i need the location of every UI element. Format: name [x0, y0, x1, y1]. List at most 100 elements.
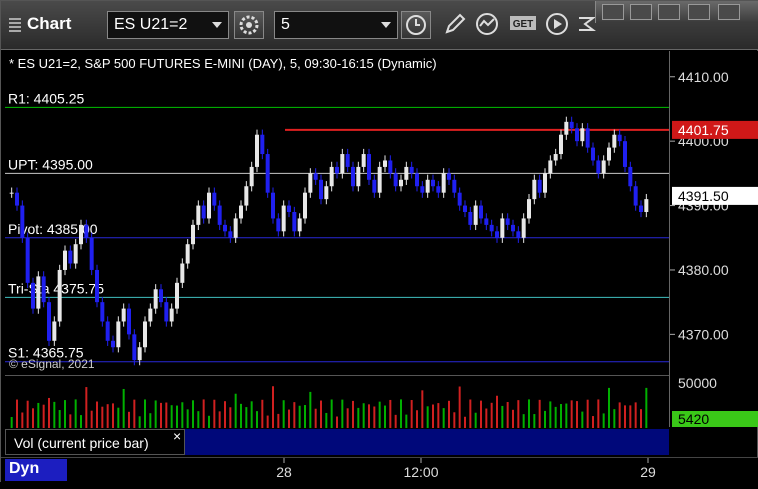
volume-bar — [128, 411, 130, 428]
clock-button[interactable] — [401, 11, 431, 39]
volume-bar — [154, 400, 157, 428]
volume-bar — [256, 411, 258, 428]
candle-body — [516, 231, 521, 238]
window-controls — [595, 1, 758, 23]
play-icon[interactable] — [545, 12, 569, 36]
candle-body — [287, 205, 291, 212]
volume-bar — [346, 408, 349, 428]
get-data-icon[interactable]: GET — [509, 12, 539, 36]
volume-bar — [426, 406, 429, 428]
volume-bar — [133, 399, 136, 428]
volume-bar — [58, 410, 61, 428]
volume-bar — [234, 393, 237, 428]
volume-bar — [624, 405, 626, 428]
candle-body — [447, 173, 451, 180]
candle-body — [31, 282, 35, 309]
candle-body — [383, 160, 387, 167]
candle-body — [473, 205, 478, 225]
current-price-label: 4391.50 — [678, 188, 729, 204]
time-tick-label: 28 — [276, 464, 292, 480]
volume-bar — [32, 408, 34, 428]
price-chart: R1: 4405.25UPT: 4395.00Pivot: 4385.00Tri… — [5, 56, 669, 371]
time-axis[interactable]: 28 12:00 29 — [1, 457, 758, 484]
candle-body — [633, 186, 638, 206]
volume-bar — [474, 412, 477, 428]
volume-bar — [442, 408, 445, 428]
close-icon[interactable]: × — [173, 428, 181, 444]
candle-body — [431, 179, 435, 187]
volume-bar — [506, 401, 509, 428]
indicator-label[interactable]: Vol (current price bar) — [5, 429, 185, 455]
current-volume-label: 5420 — [678, 411, 709, 427]
volume-bar — [464, 416, 466, 428]
volume-bar — [554, 406, 557, 428]
candle-body — [52, 321, 57, 341]
candle-body — [36, 276, 41, 309]
candle-body — [276, 218, 281, 232]
volume-bar — [373, 406, 376, 428]
volume-bar — [538, 399, 541, 428]
candle-body — [409, 166, 414, 174]
candle-body — [143, 321, 147, 348]
study-icon[interactable] — [475, 12, 499, 36]
watermark: © eSignal, 2021 — [9, 357, 95, 371]
volume-bar — [645, 387, 648, 428]
candle-body — [185, 244, 190, 264]
drag-grip-icon[interactable] — [9, 17, 21, 32]
candle-body — [388, 160, 393, 174]
minimize-icon[interactable] — [658, 4, 680, 20]
candle-body — [159, 289, 163, 303]
volume-bar — [170, 405, 173, 428]
interval-input[interactable]: 5 — [274, 11, 398, 39]
time-tick-label: 12:00 — [403, 464, 438, 480]
restore-icon[interactable] — [630, 4, 652, 20]
dynamic-mode-button[interactable]: Dyn — [5, 459, 67, 481]
pin-icon[interactable] — [602, 4, 624, 20]
volume-bar — [48, 397, 50, 428]
price-tick-label: 4370.00 — [678, 326, 729, 342]
symbol-input[interactable]: ES U21=2 — [107, 11, 229, 39]
volume-bar — [213, 399, 216, 428]
candle-body — [116, 321, 121, 348]
candle-body — [537, 179, 542, 193]
candle-body — [585, 128, 590, 148]
candle-body — [223, 224, 227, 232]
candle-body — [601, 160, 606, 174]
close-icon[interactable] — [718, 4, 740, 20]
volume-bar — [565, 403, 568, 428]
candle-body — [260, 134, 265, 155]
candle-body — [201, 205, 206, 219]
pencil-icon[interactable] — [443, 12, 467, 36]
price-tick-label: 4380.00 — [678, 262, 729, 278]
candle-body — [148, 308, 153, 322]
candle-body — [479, 205, 483, 219]
candle-body — [623, 141, 627, 167]
volume-bar — [261, 399, 264, 428]
volume-bar — [586, 399, 589, 428]
settings-button[interactable] — [234, 11, 264, 39]
volume-bar — [165, 402, 168, 428]
volume-bar — [469, 399, 472, 428]
candle-body — [532, 179, 537, 200]
price-panel[interactable]: R1: 4405.25 UPT: 4395.00 Pivot: 4385.00 Tri… — [5, 51, 669, 373]
candle-body — [79, 224, 83, 245]
chevron-down-icon[interactable] — [212, 22, 222, 28]
volume-bar — [245, 407, 248, 428]
volume-bar — [368, 404, 370, 428]
volume-bar — [640, 409, 642, 428]
volume-bar — [42, 404, 45, 428]
volume-bar — [197, 411, 200, 428]
volume-bar — [16, 399, 18, 428]
candle-body — [399, 179, 403, 187]
maximize-icon[interactable] — [688, 4, 710, 20]
candle-body — [15, 192, 19, 206]
volume-bar — [634, 402, 637, 428]
price-axis[interactable]: 4410.00 4400.00 4390.00 4380.00 4370.00 4401.… — [669, 51, 758, 427]
volume-bar — [138, 416, 141, 428]
chevron-down-icon[interactable] — [381, 22, 391, 28]
volume-bar — [202, 399, 205, 428]
toolbar: Chart ES U21=2 5 GET — [1, 1, 758, 50]
volume-bar — [21, 412, 24, 428]
volume-bar — [218, 411, 221, 428]
volume-panel[interactable] — [5, 375, 669, 428]
